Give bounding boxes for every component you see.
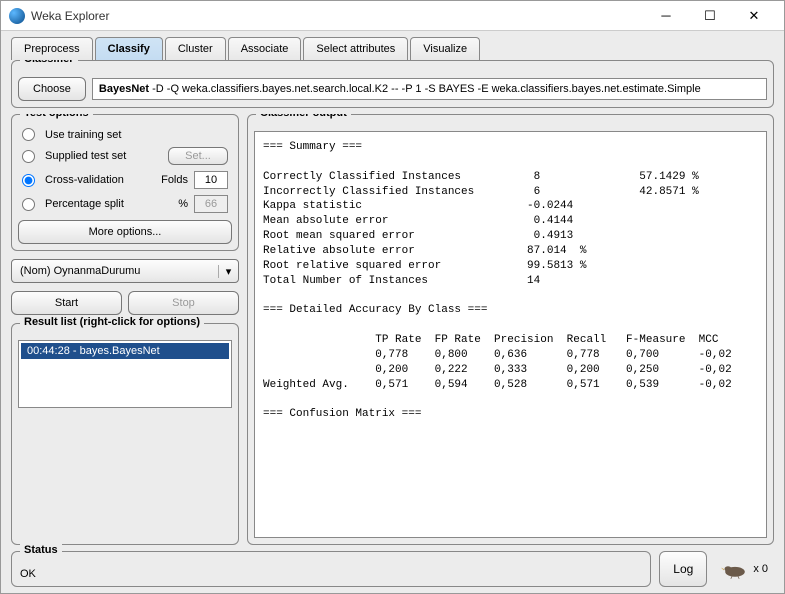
result-list-title: Result list (right-click for options): [20, 316, 204, 328]
bird-icon: [721, 559, 749, 579]
tab-bar: Preprocess Classify Cluster Associate Se…: [1, 31, 784, 60]
test-options-panel: Test options Use training set Supplied t…: [11, 114, 239, 251]
status-title: Status: [20, 544, 62, 556]
output-panel-title: Classifier output: [256, 114, 351, 119]
minimize-icon[interactable]: ─: [644, 2, 688, 30]
result-item[interactable]: 00:44:28 - bayes.BayesNet: [21, 343, 229, 359]
weka-window: Weka Explorer ─ ☐ ✕ Preprocess Classify …: [0, 0, 785, 594]
close-icon[interactable]: ✕: [732, 2, 776, 30]
status-panel: Status OK: [11, 551, 651, 587]
radio-cross-validation[interactable]: [22, 174, 35, 187]
class-attribute-combo[interactable]: (Nom) OynanmaDurumu ▾: [11, 259, 239, 283]
tab-associate[interactable]: Associate: [228, 37, 302, 60]
radio-training-set[interactable]: [22, 128, 35, 141]
bird-count: x 0: [753, 563, 768, 575]
radio-supplied-test[interactable]: [22, 150, 35, 163]
classifier-panel-title: Classifier: [20, 60, 78, 65]
percent-input: [194, 195, 228, 213]
label-training-set: Use training set: [45, 129, 228, 141]
more-options-button[interactable]: More options...: [18, 220, 232, 244]
start-button[interactable]: Start: [11, 291, 122, 315]
folds-input[interactable]: [194, 171, 228, 189]
log-button[interactable]: Log: [659, 551, 707, 587]
classifier-panel: Classifier Choose BayesNet -D -Q weka.cl…: [11, 60, 774, 108]
tab-classify[interactable]: Classify: [95, 37, 163, 60]
classifier-params: -D -Q weka.classifiers.bayes.net.search.…: [149, 83, 701, 95]
tab-preprocess[interactable]: Preprocess: [11, 37, 93, 60]
tab-select-attributes[interactable]: Select attributes: [303, 37, 408, 60]
chevron-down-icon: ▾: [218, 265, 238, 278]
window-title: Weka Explorer: [31, 9, 644, 23]
maximize-icon[interactable]: ☐: [688, 2, 732, 30]
stop-button: Stop: [128, 291, 239, 315]
combo-value: (Nom) OynanmaDurumu: [12, 265, 218, 277]
result-list-panel: Result list (right-click for options) 00…: [11, 323, 239, 545]
test-options-title: Test options: [20, 114, 93, 119]
percent-label: %: [178, 198, 188, 210]
classifier-output-panel: Classifier output === Summary === Correc…: [247, 114, 774, 545]
set-button[interactable]: Set...: [168, 147, 228, 165]
choose-button[interactable]: Choose: [18, 77, 86, 101]
app-icon: [9, 8, 25, 24]
weka-bird: x 0: [715, 551, 774, 587]
label-percentage-split: Percentage split: [45, 198, 172, 210]
classifier-name: BayesNet: [99, 83, 149, 95]
radio-percentage-split[interactable]: [22, 198, 35, 211]
label-cross-validation: Cross-validation: [45, 174, 155, 186]
titlebar: Weka Explorer ─ ☐ ✕: [1, 1, 784, 31]
folds-label: Folds: [161, 174, 188, 186]
label-supplied-test: Supplied test set: [45, 150, 162, 162]
classifier-string[interactable]: BayesNet -D -Q weka.classifiers.bayes.ne…: [92, 78, 767, 100]
tab-cluster[interactable]: Cluster: [165, 37, 226, 60]
classifier-output-text[interactable]: === Summary === Correctly Classified Ins…: [254, 131, 767, 538]
result-list[interactable]: 00:44:28 - bayes.BayesNet: [18, 340, 232, 408]
status-text: OK: [20, 562, 642, 580]
tab-visualize[interactable]: Visualize: [410, 37, 480, 60]
